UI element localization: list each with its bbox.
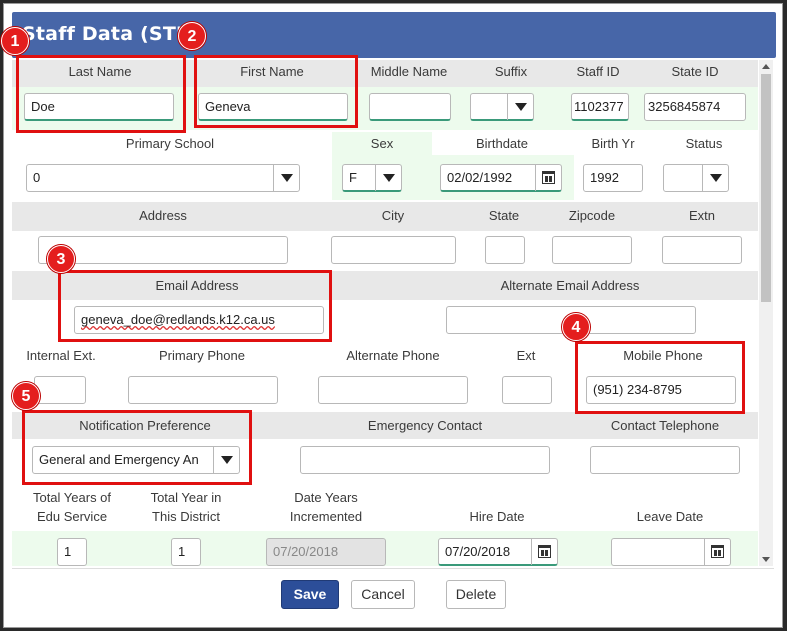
internal-ext-label: Internal Ext. [26,348,96,363]
total-years-edu-label-line1: Total Years of [32,490,112,505]
ext-input[interactable] [502,376,552,404]
address-input[interactable] [38,236,288,264]
step-badge-3: 3 [47,245,75,273]
step-badge-1: 1 [1,27,29,55]
sex-select[interactable]: F [342,164,402,192]
total-years-edu-label-line2: Edu Service [36,509,108,524]
leave-date-input[interactable] [611,538,731,566]
chevron-down-icon[interactable] [702,165,728,191]
calendar-icon[interactable] [535,165,561,191]
suffix-label: Suffix [494,64,528,79]
internal-ext-input[interactable] [34,376,86,404]
sex-value: F [349,170,357,185]
primary-phone-input[interactable] [128,376,278,404]
total-year-district-label-line2: This District [152,509,220,524]
save-button[interactable]: Save [281,580,339,609]
alternate-phone-input[interactable] [318,376,468,404]
address-label: Address [139,208,187,223]
chevron-down-icon[interactable] [507,94,533,120]
birthdate-value: 02/02/1992 [447,170,513,185]
birthdate-label: Birthdate [475,136,529,151]
hire-date-input[interactable]: 07/20/2018 [438,538,558,566]
primary-school-value: 0 [33,170,41,185]
date-years-incr-label-line1: Date Years [294,490,358,505]
birth-yr-label: Birth Yr [591,136,635,151]
dialog-title: Staff Data (STF) [22,23,199,45]
state-id-input[interactable]: 3256845874 [644,93,746,121]
calendar-icon[interactable] [531,539,557,565]
ext-label: Ext [516,348,536,363]
footer-divider [12,568,774,569]
total-year-district-label-line1: Total Year in [150,490,222,505]
middle-name-input[interactable] [369,93,451,121]
extn-label: Extn [688,208,715,223]
calendar-icon[interactable] [704,539,730,565]
contact-telephone-label: Contact Telephone [610,418,720,433]
highlight-notification-pref [22,410,252,485]
step-badge-2: 2 [178,22,206,50]
vertical-scrollbar[interactable] [759,60,773,566]
staff-id-input[interactable]: 1102377 [571,93,629,121]
state-label: State [488,208,520,223]
status-label: Status [685,136,723,151]
hire-date-value: 07/20/2018 [445,544,511,559]
extn-input[interactable] [662,236,742,264]
cancel-button[interactable]: Cancel [351,580,415,609]
chevron-down-icon[interactable] [375,165,401,191]
scrollbar-thumb[interactable] [761,74,771,302]
dialog-title-bar: Staff Data (STF) [12,12,776,58]
step-badge-5: 5 [12,382,40,410]
step-badge-4: 4 [562,313,590,341]
state-input[interactable] [485,236,525,264]
middle-name-label: Middle Name [370,64,448,79]
chevron-down-icon[interactable] [273,165,299,191]
hire-date-label: Hire Date [469,509,525,524]
primary-school-select[interactable]: 0 [26,164,300,192]
scroll-up-arrow-icon[interactable] [762,64,770,69]
staff-id-label: Staff ID [576,64,620,79]
highlight-email [58,270,332,342]
scroll-down-arrow-icon[interactable] [762,557,770,562]
date-years-incr-label-line2: Incremented [289,509,363,524]
emergency-contact-label: Emergency Contact [367,418,483,433]
zipcode-label: Zipcode [568,208,616,223]
primary-school-label: Primary School [125,136,215,151]
status-select[interactable] [663,164,729,192]
highlight-mobile-phone [575,341,745,414]
highlight-last-name [16,55,186,133]
suffix-select[interactable] [470,93,534,121]
leave-date-label: Leave Date [636,509,704,524]
city-label: City [381,208,405,223]
emergency-contact-input[interactable] [300,446,550,474]
sex-label: Sex [370,136,394,151]
primary-phone-label: Primary Phone [159,348,245,363]
alternate-phone-label: Alternate Phone [346,348,440,363]
state-id-label: State ID [671,64,719,79]
highlight-first-name [194,55,358,128]
total-year-district-input[interactable]: 1 [171,538,201,566]
alt-email-label: Alternate Email Address [500,278,640,293]
zipcode-input[interactable] [552,236,632,264]
total-years-edu-input[interactable]: 1 [57,538,87,566]
birth-yr-input[interactable]: 1992 [583,164,643,192]
contact-telephone-input[interactable] [590,446,740,474]
birthdate-input[interactable]: 02/02/1992 [440,164,562,192]
city-input[interactable] [331,236,456,264]
date-years-incr-input: 07/20/2018 [266,538,386,566]
delete-button[interactable]: Delete [446,580,506,609]
